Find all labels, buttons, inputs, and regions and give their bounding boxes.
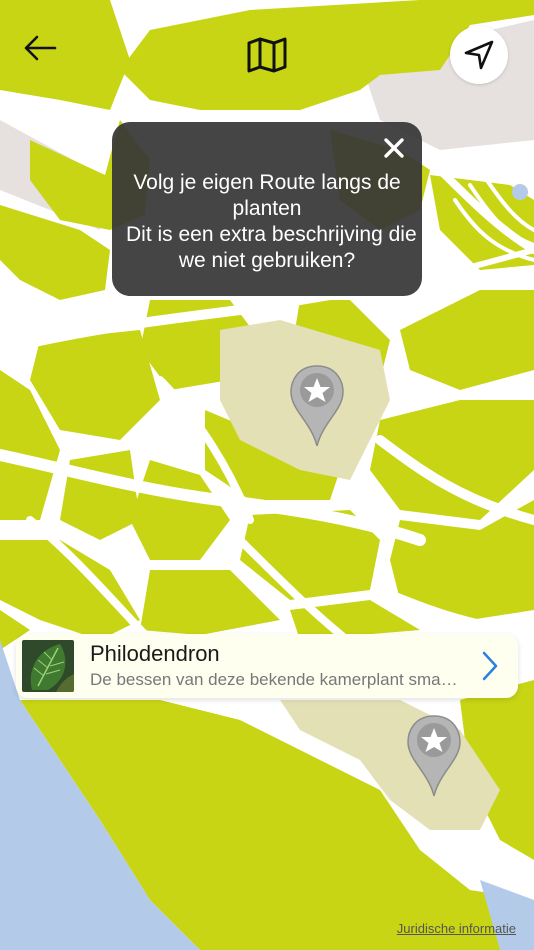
popup-message: Volg je eigen Route langs de planten Dit… xyxy=(126,170,417,274)
navigation-arrow-icon xyxy=(464,40,494,70)
plant-thumbnail xyxy=(22,640,74,692)
popup-close-button[interactable] xyxy=(376,130,412,166)
arrow-left-icon xyxy=(24,35,57,61)
folded-map-icon xyxy=(247,37,287,73)
back-button[interactable] xyxy=(14,26,66,70)
close-icon xyxy=(384,138,404,158)
map-view-button[interactable] xyxy=(240,30,294,80)
popup-line: Dit is een extra beschrijving die xyxy=(126,223,417,246)
popup-line: planten xyxy=(232,197,302,220)
plant-text: Philodendron De bessen van deze bekende … xyxy=(90,641,460,691)
leaf-icon xyxy=(22,640,74,692)
locate-me-button[interactable] xyxy=(450,26,508,84)
popup-line: we niet gebruiken? xyxy=(178,249,356,272)
plant-description: De bessen van deze bekende kamerplant sm… xyxy=(90,670,460,689)
popup-line: Volg je eigen Route langs de xyxy=(133,171,401,194)
legal-info-link[interactable]: Juridische informatie xyxy=(397,921,516,936)
plant-card[interactable]: Philodendron De bessen van deze bekende … xyxy=(16,634,518,698)
plant-title: Philodendron xyxy=(90,641,220,666)
chevron-right-icon xyxy=(482,651,498,681)
route-info-popup: Volg je eigen Route langs de planten Dit… xyxy=(112,122,422,296)
